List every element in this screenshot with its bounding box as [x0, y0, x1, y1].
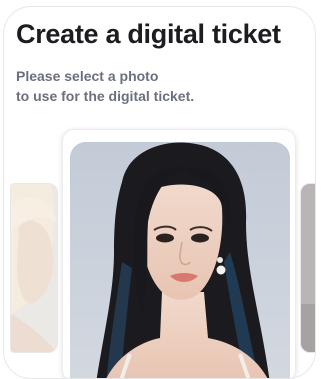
instruction-line-2: to use for the digital ticket. [16, 88, 195, 104]
selected-photo[interactable] [70, 142, 290, 378]
instruction-line-1: Please select a photo [16, 68, 159, 84]
digital-ticket-preview[interactable] [62, 129, 296, 378]
photo-carousel[interactable] [4, 127, 315, 378]
page-title: Create a digital ticket [16, 19, 281, 49]
photo-previous-image [11, 184, 57, 352]
carousel-photo-next[interactable] [300, 183, 315, 353]
portrait-image [70, 142, 290, 378]
ticket-creation-card: Create a digital ticket Please select a … [3, 6, 316, 379]
carousel-photo-previous[interactable] [10, 183, 58, 353]
photo-next-image [301, 184, 315, 352]
instruction-text: Please select a photo to use for the dig… [16, 66, 296, 106]
